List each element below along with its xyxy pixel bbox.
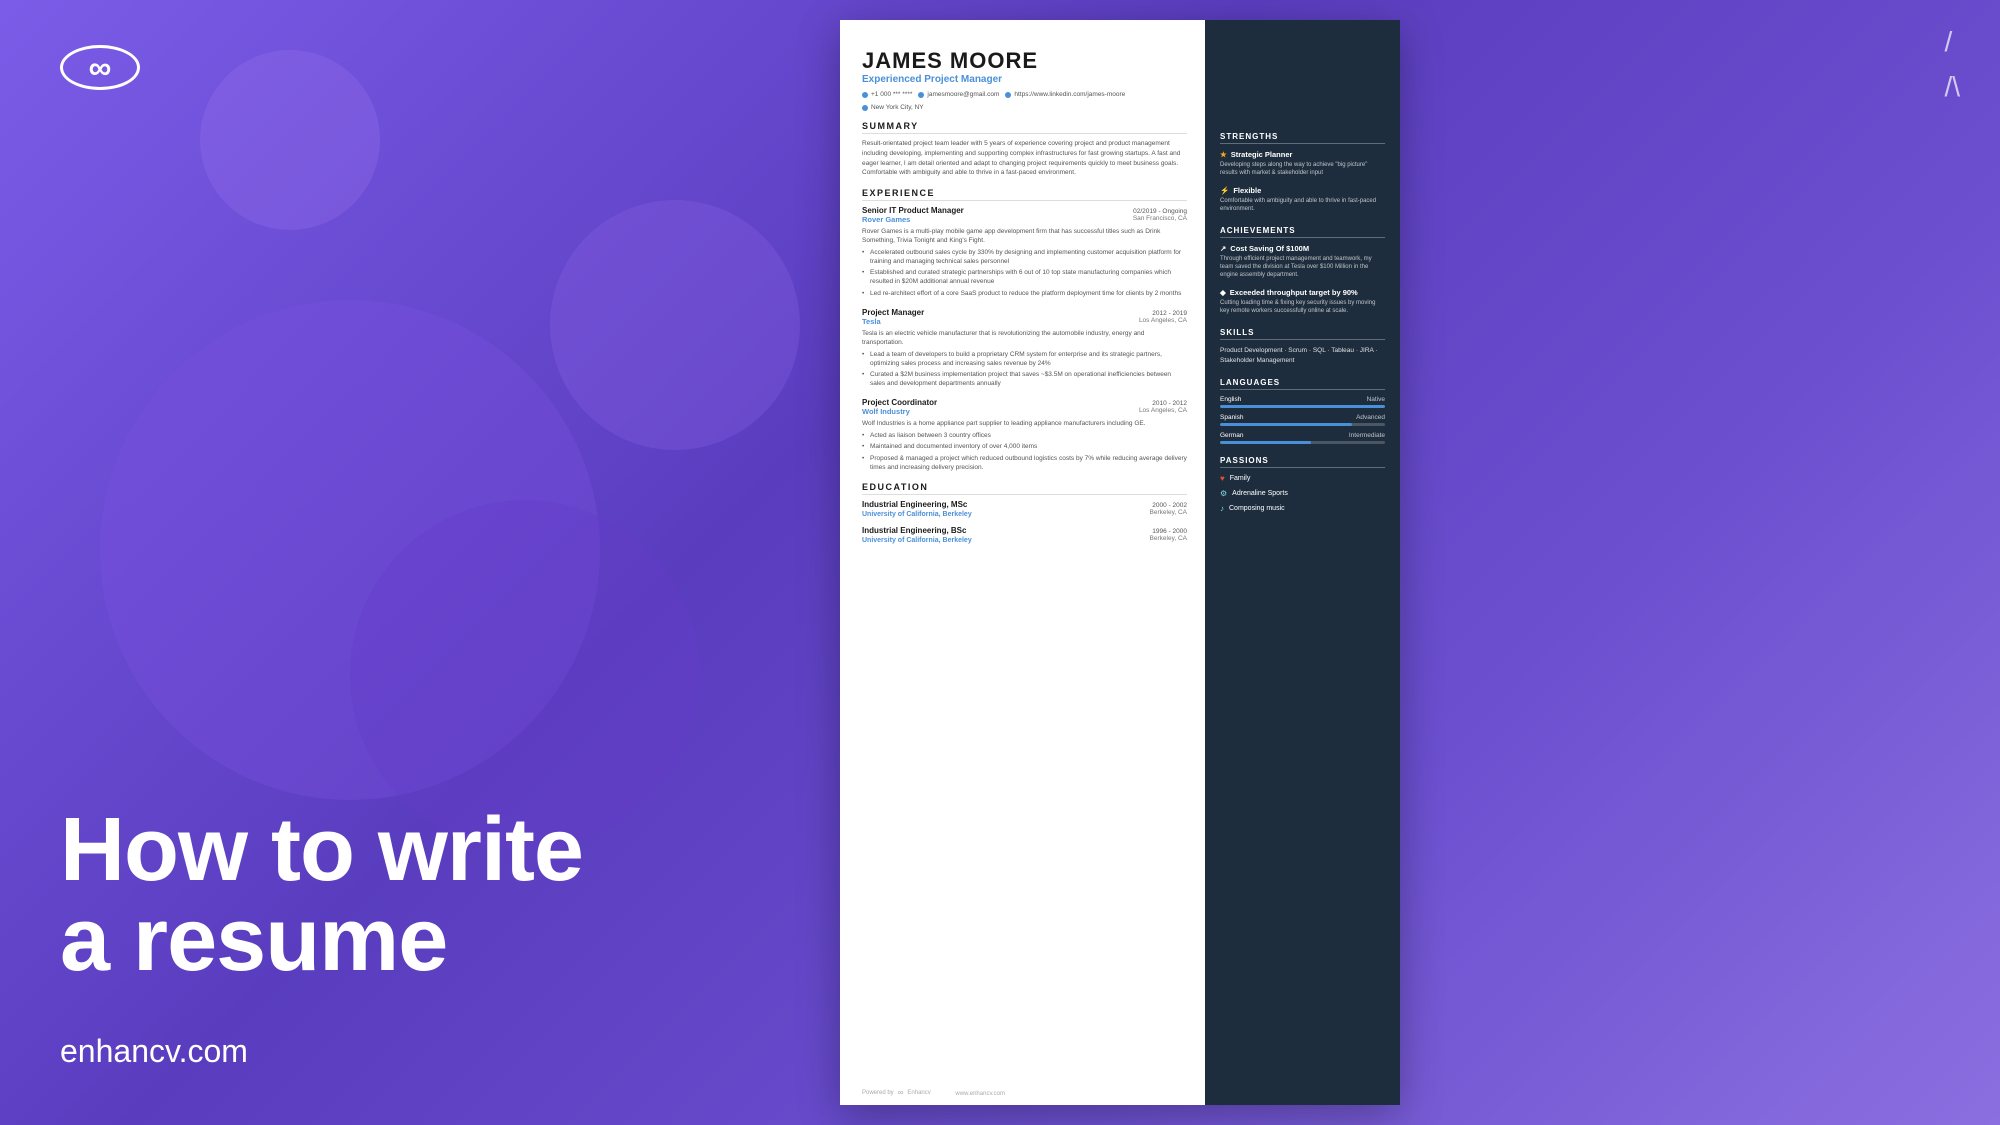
exp-bullets-2: Acted as liaison between 3 country offic…	[862, 431, 1187, 471]
exp-location-0: San Francisco, CA	[1133, 215, 1187, 222]
exp-item-2: Project Coordinator 2010 - 2012 Wolf Ind…	[862, 398, 1187, 471]
contact-email: jamesmoore@gmail.com	[918, 91, 999, 98]
star-icon: ★	[1220, 150, 1227, 159]
deco-circle-2	[350, 500, 700, 850]
location-icon	[862, 105, 868, 111]
exp-role-1: Project Manager	[862, 308, 924, 317]
achievement-icon-1: ◆	[1220, 288, 1226, 297]
lang-spanish: Spanish Advanced	[1220, 414, 1385, 426]
resume-contact: +1 000 *** **** jamesmoore@gmail.com htt…	[862, 91, 1187, 111]
contact-phone: +1 000 *** ****	[862, 91, 912, 98]
exp-desc-1: Tesla is an electric vehicle manufacture…	[862, 329, 1187, 347]
edu-location-1: Berkeley, CA	[1150, 535, 1187, 542]
edu-location-0: Berkeley, CA	[1150, 509, 1187, 516]
education-section-title: EDUCATION	[862, 482, 1187, 495]
logo-icon	[60, 45, 140, 90]
exp-bullet-0-2: Led re-architect effort of a core SaaS p…	[862, 289, 1187, 298]
exp-location-1: Los Angeles, CA	[1139, 317, 1187, 324]
exp-bullets-1: Lead a team of developers to build a pro…	[862, 350, 1187, 388]
exp-item-1: Project Manager 2012 - 2019 Tesla Los An…	[862, 308, 1187, 389]
exp-bullet-0-0: Accelerated outbound sales cycle by 330%…	[862, 248, 1187, 266]
website-label: enhancv.com	[60, 1033, 248, 1070]
exp-role-0: Senior IT Product Manager	[862, 206, 964, 215]
edu-school-0: University of California, Berkeley	[862, 511, 972, 518]
linkedin-icon	[1005, 92, 1011, 98]
exp-bullets-0: Accelerated outbound sales cycle by 330%…	[862, 248, 1187, 297]
passions-title: PASSIONS	[1220, 456, 1385, 468]
exp-desc-0: Rover Games is a multi-play mobile game …	[862, 227, 1187, 245]
powered-by: Powered by ∞ Enhancv	[862, 1088, 931, 1097]
exp-bullet-2-1: Maintained and documented inventory of o…	[862, 442, 1187, 451]
exp-bullet-1-0: Lead a team of developers to build a pro…	[862, 350, 1187, 368]
sports-icon: ⚙	[1220, 489, 1227, 498]
email-icon	[918, 92, 924, 98]
resume-sidebar: STRENGTHS ★ Strategic Planner Developing…	[1205, 20, 1400, 1105]
lang-german: German Intermediate	[1220, 432, 1385, 444]
resume-card: JAMES MOORE Experienced Project Manager …	[840, 20, 1400, 1105]
exp-bullet-0-1: Established and curated strategic partne…	[862, 268, 1187, 286]
exp-bullet-1-1: Curated a $2M business implementation pr…	[862, 370, 1187, 388]
flexible-icon: ⚡	[1220, 186, 1229, 195]
exp-company-0: Rover Games	[862, 215, 910, 224]
achievement-icon-0: ↗	[1220, 244, 1226, 253]
exp-date-0: 02/2019 - Ongoing	[1133, 208, 1187, 215]
exp-company-1: Tesla	[862, 317, 881, 326]
logo	[60, 45, 140, 99]
strengths-title: STRENGTHS	[1220, 132, 1385, 144]
exp-company-2: Wolf Industry	[862, 407, 910, 416]
contact-linkedin: https://www.linkedin.com/james-moore	[1005, 91, 1125, 98]
strength-0: ★ Strategic Planner Developing steps alo…	[1220, 150, 1385, 178]
resume-name: JAMES MOORE	[862, 48, 1187, 74]
achievement-0: ↗ Cost Saving Of $100M Through efficient…	[1220, 244, 1385, 280]
lang-english: English Native	[1220, 396, 1385, 408]
lang-bar-english	[1220, 405, 1385, 408]
edu-date-1: 1996 - 2000	[1152, 528, 1187, 535]
edu-date-0: 2000 - 2002	[1152, 502, 1187, 509]
lang-bar-german	[1220, 441, 1311, 444]
experience-section-title: EXPERIENCE	[862, 188, 1187, 201]
achievements-title: ACHIEVEMENTS	[1220, 226, 1385, 238]
skills-text: Product Development · Scrum · SQL · Tabl…	[1220, 346, 1385, 367]
exp-location-2: Los Angeles, CA	[1139, 407, 1187, 414]
phone-icon	[862, 92, 868, 98]
exp-role-2: Project Coordinator	[862, 398, 937, 407]
exp-bullet-2-0: Acted as liaison between 3 country offic…	[862, 431, 1187, 440]
lang-bar-spanish	[1220, 423, 1352, 426]
passion-2: ♪ Composing music	[1220, 504, 1385, 513]
exp-date-1: 2012 - 2019	[1152, 310, 1187, 317]
headline-line2: a resume	[60, 890, 447, 990]
deco-lines: //\	[1944, 20, 1960, 110]
headline-line1: How to write	[60, 800, 583, 900]
edu-degree-0: Industrial Engineering, MSc	[862, 500, 967, 509]
watermark: www.enhancv.com	[955, 1091, 1005, 1097]
deco-circle-4	[200, 50, 380, 230]
exp-bullet-2-2: Proposed & managed a project which reduc…	[862, 454, 1187, 472]
summary-text: Result-orientated project team leader wi…	[862, 139, 1187, 178]
edu-school-1: University of California, Berkeley	[862, 537, 972, 544]
edu-item-0: Industrial Engineering, MSc 2000 - 2002 …	[862, 500, 1187, 518]
contact-location: New York City, NY	[862, 104, 924, 111]
music-icon: ♪	[1220, 504, 1224, 513]
strength-1: ⚡ Flexible Comfortable with ambiguity an…	[1220, 186, 1385, 214]
edu-item-1: Industrial Engineering, BSc 1996 - 2000 …	[862, 526, 1187, 544]
skills-title: SKILLS	[1220, 328, 1385, 340]
passion-0: ♥ Family	[1220, 474, 1385, 483]
languages-title: LANGUAGES	[1220, 378, 1385, 390]
heart-icon: ♥	[1220, 474, 1225, 483]
exp-item-0: Senior IT Product Manager 02/2019 - Ongo…	[862, 206, 1187, 298]
deco-circle-3	[550, 200, 800, 450]
exp-desc-2: Wolf Industries is a home appliance part…	[862, 419, 1187, 428]
resume-title: Experienced Project Manager	[862, 74, 1187, 85]
summary-section-title: SUMMARY	[862, 121, 1187, 134]
edu-degree-1: Industrial Engineering, BSc	[862, 526, 966, 535]
exp-date-2: 2010 - 2012	[1152, 400, 1187, 407]
resume-left-panel: JAMES MOORE Experienced Project Manager …	[840, 20, 1205, 1105]
passion-1: ⚙ Adrenaline Sports	[1220, 489, 1385, 498]
achievement-1: ◆ Exceeded throughput target by 90% Cutt…	[1220, 288, 1385, 316]
main-headline: How to write a resume	[60, 805, 583, 985]
